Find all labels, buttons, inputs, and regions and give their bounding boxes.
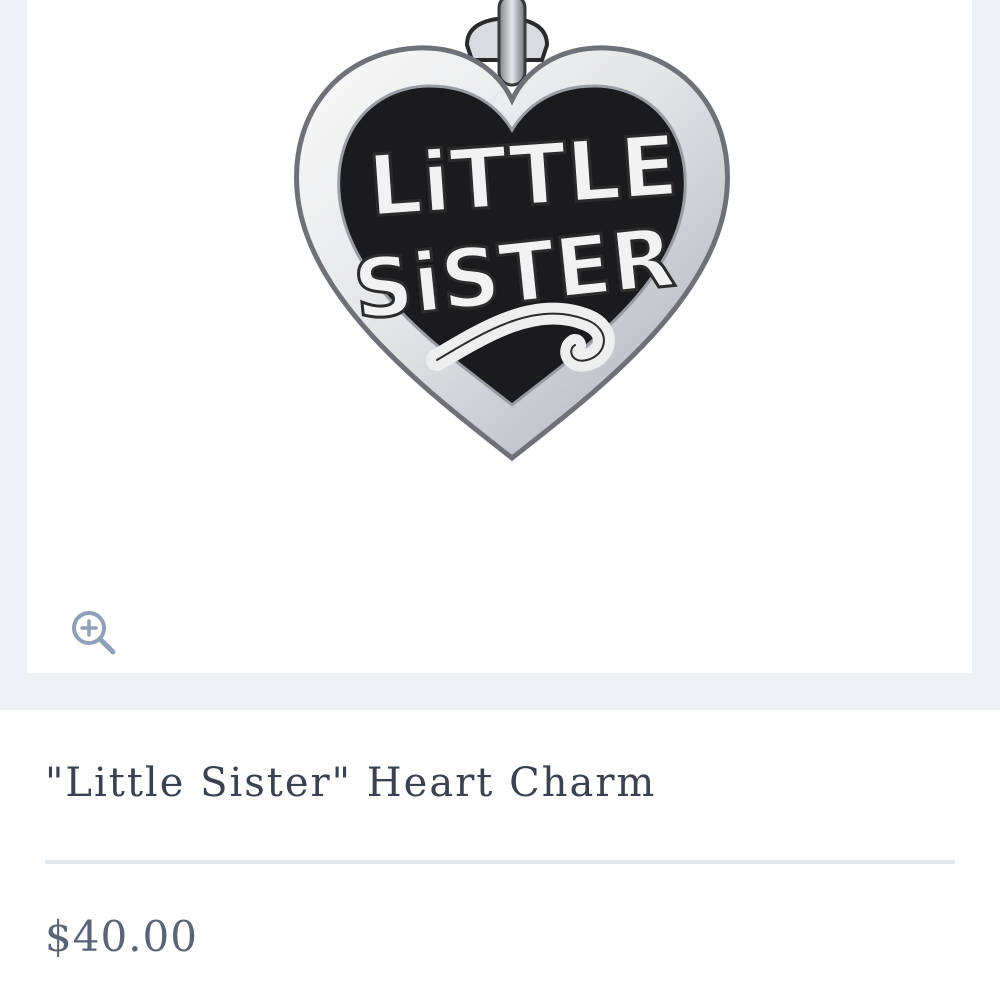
- divider: [45, 860, 955, 864]
- product-price: $40.00: [45, 912, 198, 961]
- product-image-card[interactable]: LiTTLE SiSTER: [27, 0, 972, 673]
- charm-engraving: LiTTLE SiSTER: [348, 115, 683, 340]
- product-title: "Little Sister" Heart Charm: [45, 760, 657, 806]
- zoom-in-icon[interactable]: [69, 608, 117, 656]
- product-info: "Little Sister" Heart Charm $40.00: [0, 710, 1000, 1000]
- product-image[interactable]: LiTTLE SiSTER: [267, 0, 757, 470]
- product-gallery: LiTTLE SiSTER: [0, 0, 1000, 710]
